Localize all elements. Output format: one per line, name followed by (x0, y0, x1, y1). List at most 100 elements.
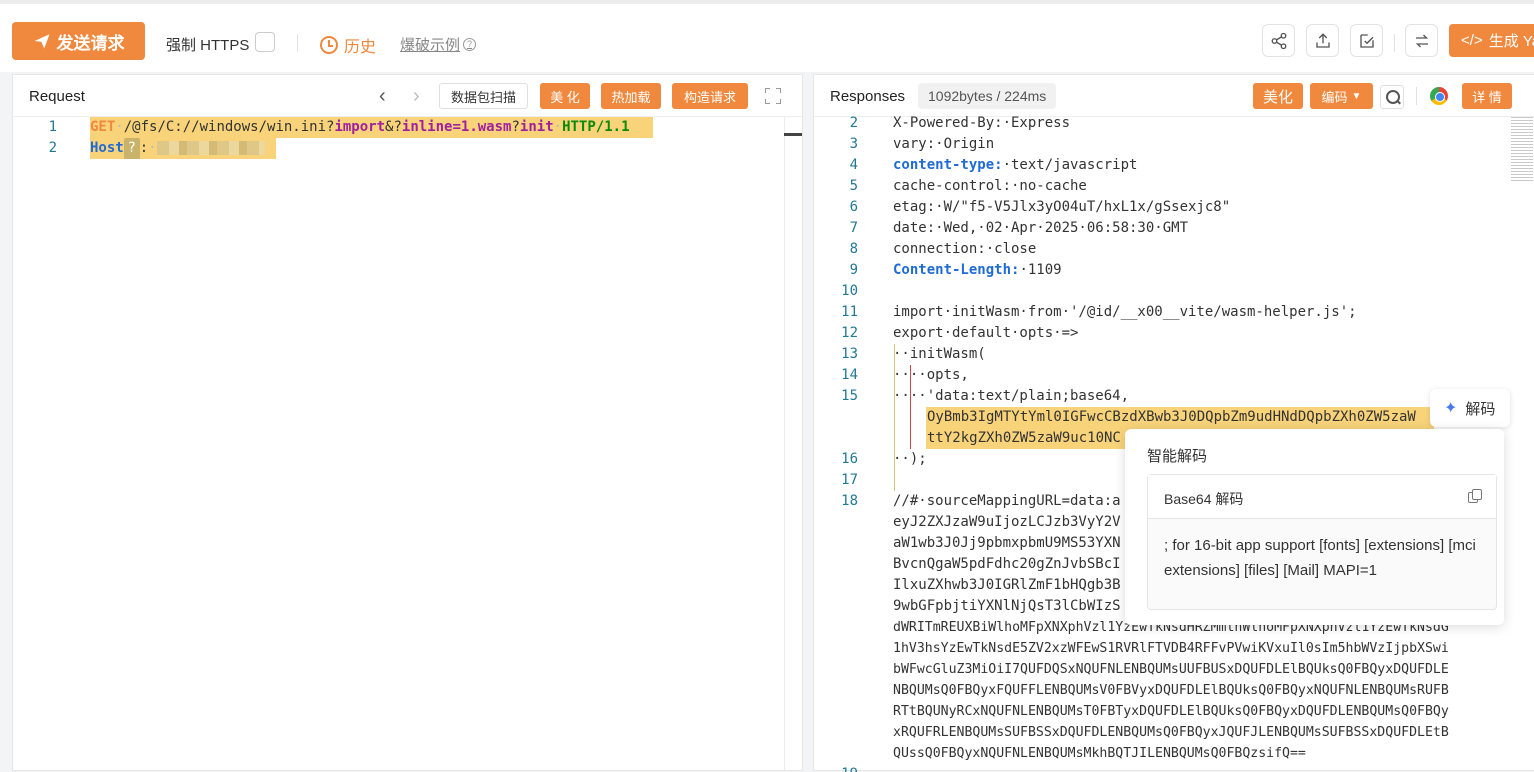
line-number: 15 (841, 388, 858, 404)
response-line: 9wbGFpbjtiYXNlNjQsT3lCbWIzS (893, 598, 1121, 614)
line-number: 3 (849, 136, 858, 152)
line-number: 11 (841, 304, 858, 320)
send-request-label: 发送请求 (56, 33, 125, 53)
copy-icon[interactable] (1468, 489, 1482, 503)
response-beautify-button[interactable]: 美化 (1253, 83, 1303, 109)
smart-decode-popup: 智能解码 Base64 解码 ; for 16-bit app support … (1125, 429, 1504, 625)
response-line: import·initWasm·from·'/@id/__x00__vite/w… (893, 304, 1357, 320)
encode-dropdown[interactable]: 编码 ▼ (1310, 83, 1373, 109)
query-param: init (519, 119, 554, 135)
response-line: eyJ2ZXJzaW9uIjozLCJzb3VyY2V (893, 514, 1121, 530)
beautify-button[interactable]: 美 化 (540, 83, 590, 109)
line-number: 2 (48, 140, 57, 156)
response-line: date:·Wed,·02·Apr·2025·06:58:30·GMT (893, 220, 1189, 236)
line-number: 4 (849, 157, 858, 173)
send-icon (34, 34, 49, 49)
response-line: Content-Length:·1109 (893, 260, 1062, 281)
code-icon: </> (1461, 32, 1483, 49)
decode-chip-label: 解码 (1465, 400, 1496, 418)
search-icon[interactable] (1380, 85, 1404, 109)
hot-load-button[interactable]: 热加载 (601, 83, 661, 109)
sparkle-icon: ✦ (1444, 400, 1458, 417)
line-number: 5 (849, 178, 858, 194)
response-line: ····opts, (893, 367, 969, 383)
response-line: vary:·Origin (893, 136, 995, 152)
force-https-label: 强制 HTTPS (166, 37, 250, 54)
request-line-1: GET·/@fs/C://windows/win.ini?import&?inl… (90, 119, 630, 135)
http-version: HTTP/1.1 (562, 119, 630, 135)
history-button[interactable]: 历史 (320, 33, 376, 57)
details-button[interactable]: 详 情 (1462, 83, 1512, 109)
bruteforce-label: 爆破示例 (400, 37, 461, 54)
header-key: content-type: (893, 157, 1003, 173)
response-line: aW1wb3J0Jj9pbmxpbmU9MS53YXN (893, 535, 1121, 551)
line-number: 12 (841, 325, 858, 341)
chevron-down-icon: ▼ (1351, 90, 1362, 102)
unknown-char: ? (123, 138, 140, 159)
share-icon[interactable] (1262, 24, 1295, 57)
response-line: bWFwcGluZ3MiOiI7QUFDQSxNQUFNLENBQUMsUUFB… (893, 662, 1449, 677)
response-line: X-Powered-By:·Express (893, 115, 1071, 131)
export-icon[interactable] (1306, 24, 1339, 57)
response-meta-badge: 1092bytes / 224ms (918, 83, 1057, 109)
request-path: /@fs/C://windows/win.ini? (123, 119, 335, 135)
response-line: RTtBQUNyRCxNQUFNLENBQUMsT0FBTyxDQUFDLElB… (893, 704, 1449, 719)
line-number: 14 (841, 367, 858, 383)
bruteforce-example-link[interactable]: 爆破示例 ? (400, 34, 477, 55)
base64-line: OyBmb3IgMTYtYml0IGFwcCBzdXBwb3J0DQpbZm9u… (927, 409, 1416, 425)
response-line: export·default·opts·=> (893, 325, 1079, 341)
top-toolbar: 发送请求 强制 HTTPS 历史 爆破示例 ? </> 生成 Ya (0, 0, 1534, 72)
encode-label: 编码 (1321, 89, 1348, 105)
response-line: ··); (893, 451, 927, 467)
chevron-right-icon[interactable]: › (413, 85, 420, 108)
response-line: QUssQ0FBQyxNQUFNLENBQUMsMkhBQTJILENBQUMs… (893, 746, 1306, 761)
line-number: 6 (849, 199, 858, 215)
fullscreen-icon[interactable] (765, 88, 781, 104)
response-line: ····'data:text/plain;base64, (893, 388, 1130, 404)
chrome-icon[interactable] (1430, 87, 1448, 105)
clock-icon (320, 36, 338, 54)
construct-request-button[interactable]: 构造请求 (672, 83, 748, 109)
line-number: 10 (841, 283, 858, 299)
scrollbar-track[interactable] (784, 117, 785, 770)
response-line: 1hV3hsYzEwTkNsdE5ZV2xzWFEwS1RVRlFTVDB4RF… (893, 641, 1449, 656)
chevron-left-icon[interactable]: ‹ (379, 85, 386, 108)
help-icon[interactable]: ? (463, 38, 477, 51)
header-value: ·1109 (1019, 262, 1062, 278)
edit-icon[interactable] (1350, 24, 1383, 57)
scrollbar-thumb[interactable] (784, 133, 802, 136)
line-number: 7 (849, 220, 858, 236)
line-number: 16 (841, 451, 858, 467)
response-line: IlxuZXhwb3J0IGRlZmF1bHQgb3B (893, 577, 1121, 593)
response-line: content-type:·text/javascript (893, 155, 1137, 176)
request-line-2: Host?:· (90, 138, 265, 159)
response-panel: Responses 1092bytes / 224ms 美化 编码 ▼ 详 情 2… (813, 74, 1534, 772)
response-line: ··initWasm( (893, 346, 986, 362)
query-param: inline=1.wasm (401, 119, 512, 135)
card-header: Base64 解码 (1148, 475, 1496, 519)
send-request-button[interactable]: 发送请求 (12, 22, 145, 60)
header-colon: : (139, 140, 149, 156)
decode-chip[interactable]: ✦ 解码 (1430, 389, 1510, 427)
response-line: //#·sourceMappingURL=data:a (893, 493, 1121, 509)
packet-scan-button[interactable]: 数据包扫描 (439, 83, 528, 109)
generate-yaml-button[interactable]: </> 生成 Ya (1449, 24, 1534, 57)
response-line: etag:·W/"f5-V5Jlx3yO04uT/hxL1x/gSsexjc8" (893, 199, 1231, 215)
card-title: Base64 解码 (1164, 491, 1244, 507)
header-value: ·text/javascript (1002, 157, 1138, 173)
line-number: 13 (841, 346, 858, 362)
code-minimap[interactable] (1511, 117, 1533, 181)
popup-title: 智能解码 (1147, 448, 1208, 465)
query-sep: ? (511, 119, 520, 135)
swap-icon[interactable] (1405, 24, 1438, 57)
http-method: GET (90, 119, 116, 135)
generate-label: 生成 Ya (1488, 33, 1534, 50)
history-label: 历史 (344, 39, 377, 56)
response-line: BvcnQgaW5pdFdhc20gZnJvbSBcI (893, 556, 1121, 572)
base64-decode-card: Base64 解码 ; for 16-bit app support [font… (1147, 474, 1497, 610)
line-number: 1 (48, 119, 57, 135)
base64-line: ttY2kgZXh0ZW5zaW9uc10NC (927, 430, 1121, 446)
line-number: 8 (849, 241, 858, 257)
response-line: cache-control:·no-cache (893, 178, 1087, 194)
force-https-checkbox[interactable] (255, 32, 275, 52)
